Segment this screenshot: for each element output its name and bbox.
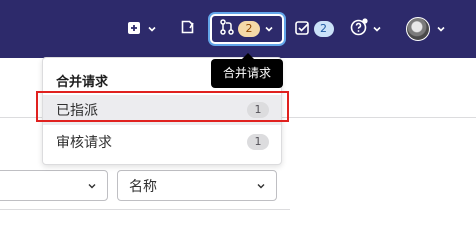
count-badge: 1 (247, 134, 269, 150)
dropdown-item-label: 审核请求 (56, 135, 112, 151)
issues-button[interactable]: 2 (292, 14, 336, 44)
issues-count-badge: 2 (313, 21, 334, 37)
dropdown-item-review-requests[interactable]: 审核请求 1 (43, 127, 281, 157)
user-menu-button[interactable] (404, 14, 448, 44)
chevron-down-icon (264, 24, 274, 34)
avatar (406, 17, 430, 41)
merge-request-icon (220, 19, 234, 39)
merge-requests-count-badge: 2 (238, 21, 260, 37)
help-button[interactable] (346, 14, 386, 44)
issues-check-icon (294, 20, 311, 39)
todo-button[interactable] (174, 14, 202, 44)
todo-icon (180, 19, 196, 39)
create-new-button[interactable] (122, 14, 162, 44)
plus-square-icon (127, 20, 141, 39)
filter-select[interactable] (0, 170, 108, 201)
chevron-down-icon (87, 181, 97, 191)
chevron-down-icon (256, 181, 266, 191)
top-navbar: 2 2 (0, 0, 476, 58)
chevron-down-icon (436, 24, 446, 34)
chevron-down-icon (147, 24, 157, 34)
sort-select[interactable]: 名称 (117, 170, 277, 201)
content-divider (0, 209, 290, 210)
question-circle-icon (350, 18, 368, 40)
merge-requests-button[interactable]: 2 (210, 14, 284, 44)
chevron-down-icon (372, 24, 382, 34)
highlight-box (36, 91, 289, 122)
sort-select-value: 名称 (129, 178, 157, 195)
tooltip: 合并请求 (211, 59, 283, 88)
dropdown-title: 合并请求 (56, 75, 109, 90)
